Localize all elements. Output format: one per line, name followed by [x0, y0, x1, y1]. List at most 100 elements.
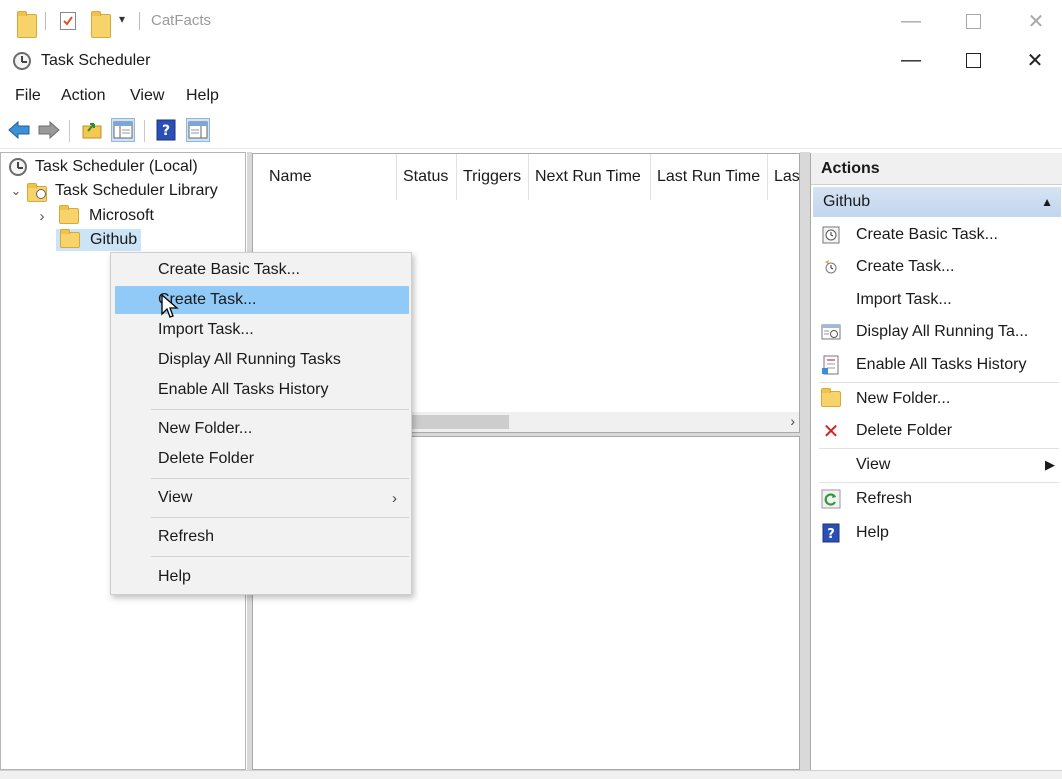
menu-file[interactable]: File: [15, 87, 41, 105]
context-delete-folder[interactable]: Delete Folder: [115, 445, 409, 473]
chevron-down-icon[interactable]: ⌄: [9, 183, 23, 199]
context-new-folder[interactable]: New Folder...: [115, 415, 409, 443]
menu-action[interactable]: Action: [61, 87, 105, 105]
folder-icon: [60, 229, 80, 248]
action-label: Create Basic Task...: [856, 226, 998, 243]
column-last-result[interactable]: Las: [768, 154, 799, 200]
context-display-running-tasks[interactable]: Display All Running Tasks: [115, 346, 409, 374]
collapse-caret-icon[interactable]: ▲: [1041, 195, 1053, 209]
bg-maximize-button[interactable]: [950, 5, 996, 37]
action-label: Display All Running Ta...: [856, 323, 1029, 340]
minimize-button[interactable]: —: [888, 44, 934, 76]
context-item-label: Refresh: [158, 528, 215, 545]
action-label: New Folder...: [856, 390, 951, 407]
context-refresh[interactable]: Refresh: [115, 523, 409, 551]
enable-history-icon: [821, 355, 841, 375]
tree-item-root[interactable]: Task Scheduler (Local): [9, 156, 198, 178]
column-triggers[interactable]: Triggers: [457, 154, 529, 200]
menu-help[interactable]: Help: [186, 87, 219, 105]
task-scheduler-icon: [13, 52, 31, 70]
context-enable-tasks-history[interactable]: Enable All Tasks History: [115, 376, 409, 404]
action-label: Import Task...: [856, 291, 952, 308]
folder-icon: [59, 205, 79, 224]
scroll-right-arrow-icon[interactable]: ›: [790, 413, 795, 429]
close-button[interactable]: ✕: [1012, 44, 1058, 76]
context-item-label: Delete Folder: [158, 450, 255, 467]
context-create-basic-task[interactable]: Create Basic Task...: [115, 256, 409, 284]
action-new-folder[interactable]: New Folder...: [811, 383, 1061, 415]
toolbar-separator: [144, 120, 145, 142]
context-separator: [151, 517, 409, 518]
context-item-label: New Folder...: [158, 420, 253, 437]
tree-item-microsoft-label: Microsoft: [89, 207, 154, 224]
action-help[interactable]: ? Help: [811, 517, 1061, 549]
context-help[interactable]: Help: [115, 563, 409, 591]
library-folder-icon: [27, 182, 49, 202]
right-splitter[interactable]: [800, 152, 810, 770]
console-tree-icon[interactable]: [111, 118, 135, 142]
customize-quick-access-icon[interactable]: ▾: [119, 12, 125, 34]
actions-group-github[interactable]: Github ▲: [813, 187, 1061, 217]
context-item-label: View: [158, 489, 193, 506]
menu-view[interactable]: View: [130, 87, 164, 105]
menubar: File Action View Help: [0, 80, 1062, 113]
properties-icon[interactable]: [60, 12, 76, 30]
separator: [45, 12, 46, 30]
action-view[interactable]: View ▶: [811, 449, 1061, 481]
folder-up-icon[interactable]: [80, 118, 104, 142]
new-folder-icon[interactable]: [91, 11, 111, 38]
folder-icon[interactable]: [17, 11, 37, 38]
tree-item-library[interactable]: ⌄ Task Scheduler Library: [9, 180, 218, 202]
create-task-icon: [821, 257, 841, 277]
actions-header: Actions: [811, 153, 1062, 185]
clock-icon: [9, 158, 27, 176]
svg-text:?: ?: [827, 527, 835, 542]
background-window-titlebar: ▾ CatFacts — ✕: [0, 0, 1062, 43]
separator: [139, 12, 140, 30]
background-window-title: CatFacts: [151, 12, 212, 29]
action-delete-folder[interactable]: ✕ Delete Folder: [811, 415, 1061, 447]
action-label: View: [856, 456, 891, 473]
column-last-run-time[interactable]: Last Run Time: [651, 154, 768, 200]
column-next-run-time[interactable]: Next Run Time: [529, 154, 651, 200]
svg-text:?: ?: [162, 123, 170, 139]
delete-x-icon: ✕: [822, 420, 840, 443]
action-refresh[interactable]: Refresh: [811, 483, 1061, 515]
context-item-label: Create Basic Task...: [158, 261, 300, 278]
chevron-right-icon[interactable]: ›: [35, 208, 49, 225]
action-label: Delete Folder: [856, 422, 953, 439]
tree-item-library-label: Task Scheduler Library: [55, 182, 218, 199]
context-import-task[interactable]: Import Task...: [115, 316, 409, 344]
help-icon[interactable]: ?: [154, 118, 178, 142]
action-label: Help: [856, 524, 889, 541]
submenu-arrow-icon: ›: [392, 489, 397, 507]
display-running-tasks-icon: [821, 322, 841, 342]
bg-close-button[interactable]: ✕: [1013, 5, 1059, 37]
action-import-task[interactable]: Import Task...: [811, 284, 1061, 316]
maximize-button[interactable]: [950, 44, 996, 76]
action-pane-icon[interactable]: [186, 118, 210, 142]
context-item-label: Enable All Tasks History: [158, 381, 329, 398]
submenu-arrow-icon: ▶: [1045, 457, 1055, 472]
column-status[interactable]: Status: [397, 154, 457, 200]
bg-minimize-button[interactable]: —: [888, 5, 934, 37]
context-separator: [151, 409, 409, 410]
context-item-label: Display All Running Tasks: [158, 351, 341, 368]
tree-item-microsoft[interactable]: › Microsoft: [35, 205, 154, 227]
tree-item-github-label: Github: [90, 231, 138, 248]
new-folder-icon: [821, 388, 841, 409]
actions-pane: Actions Github ▲ Create Basic Task... Cr…: [810, 153, 1062, 770]
forward-arrow-icon[interactable]: [37, 118, 61, 142]
action-create-basic-task[interactable]: Create Basic Task...: [811, 219, 1061, 251]
context-view[interactable]: View ›: [115, 484, 409, 512]
action-display-running-tasks[interactable]: Display All Running Ta...: [811, 316, 1061, 348]
action-create-task[interactable]: Create Task...: [811, 251, 1061, 283]
action-label: Refresh: [856, 490, 913, 507]
column-name[interactable]: Name: [263, 154, 397, 200]
tree-item-github[interactable]: Github: [56, 229, 142, 251]
context-separator: [151, 556, 409, 557]
action-enable-tasks-history[interactable]: Enable All Tasks History: [811, 349, 1061, 381]
toolbar: ?: [0, 112, 1062, 149]
back-arrow-icon[interactable]: [7, 118, 31, 142]
mouse-cursor-icon: [161, 294, 179, 318]
